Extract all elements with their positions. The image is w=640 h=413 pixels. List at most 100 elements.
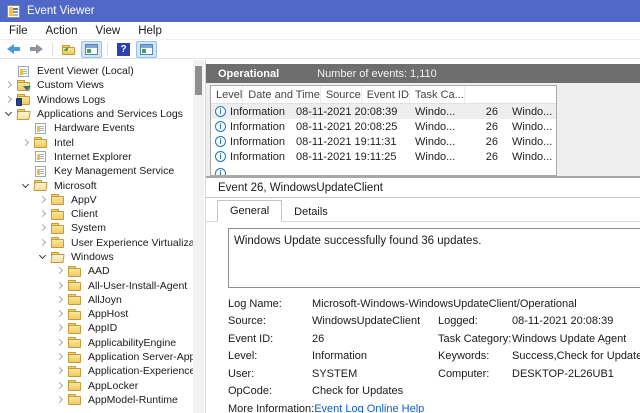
- tree-expander-icon[interactable]: [54, 308, 67, 320]
- tree-expander-icon[interactable]: [54, 280, 67, 292]
- task-category-cell: Windo...: [512, 150, 553, 163]
- tree-expander-icon[interactable]: [54, 337, 67, 349]
- table-row[interactable]: Information 08-11-2021 19:11:31 Windo...…: [211, 134, 556, 149]
- tree-expander-icon[interactable]: [54, 351, 67, 363]
- tree-item[interactable]: Internet Explorer: [0, 150, 193, 164]
- tree-expander-icon[interactable]: [54, 322, 67, 334]
- tree-item-icon: [67, 365, 83, 378]
- menu-item[interactable]: Help: [129, 25, 171, 37]
- tree-expander-icon[interactable]: [20, 122, 33, 134]
- tree-expander-icon[interactable]: [20, 137, 33, 149]
- tree-expander-icon[interactable]: [54, 265, 67, 277]
- field-row: Source: WindowsUpdateClient Logged: 08-1…: [228, 313, 640, 331]
- tree-item[interactable]: AppModel-Runtime: [0, 393, 193, 407]
- tree-item[interactable]: Windows Logs: [0, 93, 193, 107]
- event-description-box[interactable]: Windows Update successfully found 36 upd…: [228, 228, 640, 288]
- level-cell: Information: [230, 120, 286, 133]
- field-value: Windows Update Agent: [512, 332, 627, 345]
- table-row[interactable]: Information 08-11-2021 20:08:25 Windo...…: [211, 119, 556, 134]
- tree-item[interactable]: Application-Experience: [0, 364, 193, 378]
- tree-item[interactable]: Client: [0, 207, 193, 221]
- tree-expander-icon[interactable]: [3, 79, 16, 91]
- tree-item[interactable]: Windows: [0, 250, 193, 264]
- tab[interactable]: Details: [282, 202, 340, 221]
- tree-item-label: AppV: [71, 193, 97, 206]
- event-count-label: Number of events: 1,110: [317, 67, 437, 80]
- tree-item-label: Microsoft: [54, 179, 97, 192]
- field-value: Success,Check for Updates: [512, 350, 640, 363]
- table-row-partial[interactable]: [211, 164, 556, 175]
- tree-expander-icon[interactable]: [37, 208, 50, 220]
- back-button[interactable]: [3, 41, 24, 58]
- tree-item[interactable]: Intel: [0, 135, 193, 149]
- tree-expander-icon[interactable]: [3, 65, 16, 77]
- level-cell: Information: [230, 135, 286, 148]
- menu-item[interactable]: File: [0, 25, 37, 37]
- column-header[interactable]: Level: [211, 86, 244, 103]
- event-log-online-help-link[interactable]: Event Log Online Help: [314, 403, 424, 413]
- window-title: Event Viewer: [27, 5, 95, 17]
- menu-item[interactable]: View: [87, 25, 130, 37]
- tree-item[interactable]: All-User-Install-Agent: [0, 278, 193, 292]
- tree-item-label: Application Server-Applica: [88, 351, 193, 364]
- tree-expander-icon[interactable]: [3, 108, 16, 120]
- tree-expander-icon[interactable]: [37, 194, 50, 206]
- tree-item-label: ApplicabilityEngine: [88, 336, 177, 349]
- tree-expander-icon[interactable]: [20, 180, 33, 192]
- tree-item[interactable]: Key Management Service: [0, 164, 193, 178]
- tree-item[interactable]: ApplicabilityEngine: [0, 336, 193, 350]
- tree-scrollbar[interactable]: [193, 60, 204, 413]
- table-row[interactable]: Information 08-11-2021 19:11:25 Windo...…: [211, 149, 556, 164]
- help-icon: [117, 42, 130, 56]
- table-row[interactable]: Information 08-11-2021 20:08:39 Windo...…: [211, 104, 556, 119]
- event-fields: Log Name: Microsoft-Windows-WindowsUpdat…: [228, 295, 640, 400]
- tree-item[interactable]: AllJoyn: [0, 293, 193, 307]
- console-tree-toggle-button[interactable]: [81, 40, 102, 58]
- column-header[interactable]: Date and Time: [243, 86, 321, 103]
- column-header[interactable]: Source: [321, 86, 362, 103]
- tree-expander-icon[interactable]: [37, 222, 50, 234]
- tree-item[interactable]: Event Viewer (Local): [0, 64, 193, 78]
- tree-item-icon: [67, 293, 83, 306]
- tree-item[interactable]: Custom Views: [0, 78, 193, 92]
- tree-item-label: Event Viewer (Local): [37, 65, 134, 78]
- tree-item[interactable]: AppHost: [0, 307, 193, 321]
- toolbar-separator: [107, 42, 108, 56]
- menu-item[interactable]: Action: [37, 25, 87, 37]
- column-header[interactable]: Event ID: [362, 86, 410, 103]
- field-row: Event ID: 26 Task Category: Windows Upda…: [228, 330, 640, 348]
- tree-item-label: Windows Logs: [37, 93, 106, 106]
- tree-item[interactable]: AAD: [0, 264, 193, 278]
- tree-item[interactable]: Microsoft: [0, 178, 193, 192]
- tree-expander-icon[interactable]: [54, 294, 67, 306]
- help-button[interactable]: [113, 41, 134, 58]
- tree-expander-icon[interactable]: [3, 94, 16, 106]
- tree-item[interactable]: Hardware Events: [0, 121, 193, 135]
- tree-item-icon: [33, 136, 49, 149]
- forward-button[interactable]: [26, 41, 47, 58]
- tree-item[interactable]: AppID: [0, 321, 193, 335]
- field-row: Log Name: Microsoft-Windows-WindowsUpdat…: [228, 295, 640, 313]
- tree-item[interactable]: AppLocker: [0, 379, 193, 393]
- tree-item[interactable]: Applications and Services Logs: [0, 107, 193, 121]
- tree-expander-icon[interactable]: [54, 380, 67, 392]
- tree-scrollbar-thumb[interactable]: [195, 66, 202, 95]
- tree-expander-icon[interactable]: [54, 365, 67, 377]
- tree-expander-icon[interactable]: [37, 251, 50, 263]
- tree-expander-icon[interactable]: [20, 151, 33, 163]
- tree-item[interactable]: AppV: [0, 193, 193, 207]
- action-pane-toggle-button[interactable]: [136, 40, 157, 58]
- column-header[interactable]: Task Ca...: [410, 86, 465, 103]
- tree-expander-icon[interactable]: [20, 165, 33, 177]
- tree-item[interactable]: Application Server-Applica: [0, 350, 193, 364]
- tree-expander-icon[interactable]: [54, 394, 67, 406]
- tree-item[interactable]: System: [0, 221, 193, 235]
- task-category-cell: Windo...: [512, 135, 553, 148]
- event-details-pane: Event 26, WindowsUpdateClient General De…: [206, 178, 640, 413]
- folder-up-button[interactable]: [58, 41, 79, 58]
- content-panel: Operational Number of events: 1,110 Leve…: [206, 60, 640, 413]
- tree-expander-icon[interactable]: [37, 237, 50, 249]
- level-cell: Information: [230, 150, 286, 163]
- tree-item[interactable]: User Experience Virtualization: [0, 236, 193, 250]
- tab[interactable]: General: [217, 200, 283, 222]
